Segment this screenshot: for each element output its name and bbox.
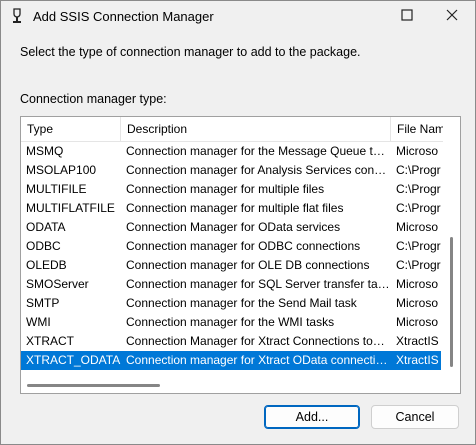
row-file: Microso bbox=[396, 220, 439, 234]
row-type: MSMQ bbox=[26, 144, 64, 158]
instruction-text: Select the type of connection manager to… bbox=[20, 45, 361, 59]
row-file: XtractIS bbox=[396, 353, 439, 367]
row-description: Connection manager for the Message Queue… bbox=[126, 144, 385, 158]
list-label: Connection manager type: bbox=[20, 92, 167, 106]
row-file: C:\Progr bbox=[396, 201, 441, 215]
window-title: Add SSIS Connection Manager bbox=[33, 9, 214, 24]
row-file: Microso bbox=[396, 315, 439, 329]
row-description: Connection manager for the Send Mail tas… bbox=[126, 296, 357, 310]
list-row[interactable]: OLEDB Connection manager for OLE DB conn… bbox=[21, 256, 441, 275]
vertical-scroll-thumb[interactable] bbox=[450, 237, 453, 367]
row-file: C:\Progr bbox=[396, 163, 441, 177]
row-type: SMTP bbox=[26, 296, 60, 310]
row-type: ODATA bbox=[26, 220, 66, 234]
row-description: Connection manager for multiple files bbox=[126, 182, 325, 196]
list-row[interactable]: MULTIFILE Connection manager for multipl… bbox=[21, 180, 441, 199]
column-header-description[interactable]: Description bbox=[121, 117, 391, 141]
close-icon bbox=[446, 8, 458, 26]
row-file: Microso bbox=[396, 144, 439, 158]
row-description: Connection manager for Analysis Services… bbox=[126, 163, 387, 177]
horizontal-scrollbar[interactable] bbox=[21, 379, 441, 393]
row-file: C:\Progr bbox=[396, 258, 441, 272]
maximize-button[interactable] bbox=[384, 1, 430, 32]
row-type: WMI bbox=[26, 315, 51, 329]
row-type: ODBC bbox=[26, 239, 61, 253]
column-header-type[interactable]: Type bbox=[21, 117, 121, 141]
row-description: Connection manager for ODBC connections bbox=[126, 239, 361, 253]
row-type: MSOLAP100 bbox=[26, 163, 97, 177]
add-button[interactable]: Add... bbox=[264, 405, 360, 429]
row-type: MULTIFILE bbox=[26, 182, 87, 196]
list-header: Type Description File Nam bbox=[21, 117, 460, 142]
list-row[interactable]: ODATA Connection Manager for OData servi… bbox=[21, 218, 441, 237]
row-description: Connection manager for OLE DB connection… bbox=[126, 258, 370, 272]
close-button[interactable] bbox=[429, 1, 475, 32]
horizontal-scroll-thumb[interactable] bbox=[27, 384, 160, 387]
connection-type-list[interactable]: Type Description File Nam MSMQ Connectio… bbox=[20, 116, 461, 394]
row-description: Connection Manager for Xtract Connection… bbox=[126, 334, 385, 348]
row-type: MULTIFLATFILE bbox=[26, 201, 115, 215]
row-type: XTRACT_ODATA bbox=[26, 353, 121, 367]
row-type: SMOServer bbox=[26, 277, 89, 291]
list-row[interactable]: SMOServer Connection manager for SQL Ser… bbox=[21, 275, 441, 294]
row-description: Connection manager for the WMI tasks bbox=[126, 315, 335, 329]
list-row[interactable]: MSOLAP100 Connection manager for Analysi… bbox=[21, 161, 441, 180]
list-row[interactable]: SMTP Connection manager for the Send Mai… bbox=[21, 294, 441, 313]
cancel-button[interactable]: Cancel bbox=[371, 405, 459, 429]
list-row[interactable]: ODBC Connection manager for ODBC connect… bbox=[21, 237, 441, 256]
ssis-app-icon bbox=[9, 8, 25, 24]
row-description: Connection Manager for OData services bbox=[126, 220, 341, 234]
list-row[interactable]: XTRACT Connection Manager for Xtract Con… bbox=[21, 332, 441, 351]
list-row-selected[interactable]: XTRACT_ODATA Connection manager for Xtra… bbox=[21, 351, 441, 370]
maximize-icon bbox=[401, 8, 413, 26]
vertical-scrollbar[interactable] bbox=[443, 117, 460, 393]
row-description: Connection manager for SQL Server transf… bbox=[126, 277, 390, 291]
dialog-window: Add SSIS Connection Manager Select the t… bbox=[0, 0, 476, 445]
column-header-file-name[interactable]: File Nam bbox=[391, 117, 443, 141]
row-file: C:\Progr bbox=[396, 239, 441, 253]
row-type: XTRACT bbox=[26, 334, 74, 348]
row-description: Connection manager for Xtract OData conn… bbox=[126, 353, 388, 367]
row-file: XtractIS bbox=[396, 334, 439, 348]
list-row[interactable]: WMI Connection manager for the WMI tasks… bbox=[21, 313, 441, 332]
row-file: Microso bbox=[396, 296, 439, 310]
row-file: C:\Progr bbox=[396, 182, 441, 196]
row-description: Connection manager for multiple flat fil… bbox=[126, 201, 344, 215]
list-row[interactable]: MSMQ Connection manager for the Message … bbox=[21, 142, 441, 161]
row-type: OLEDB bbox=[26, 258, 67, 272]
title-bar[interactable]: Add SSIS Connection Manager bbox=[1, 1, 475, 32]
row-file: Microso bbox=[396, 277, 439, 291]
list-row[interactable]: MULTIFLATFILE Connection manager for mul… bbox=[21, 199, 441, 218]
